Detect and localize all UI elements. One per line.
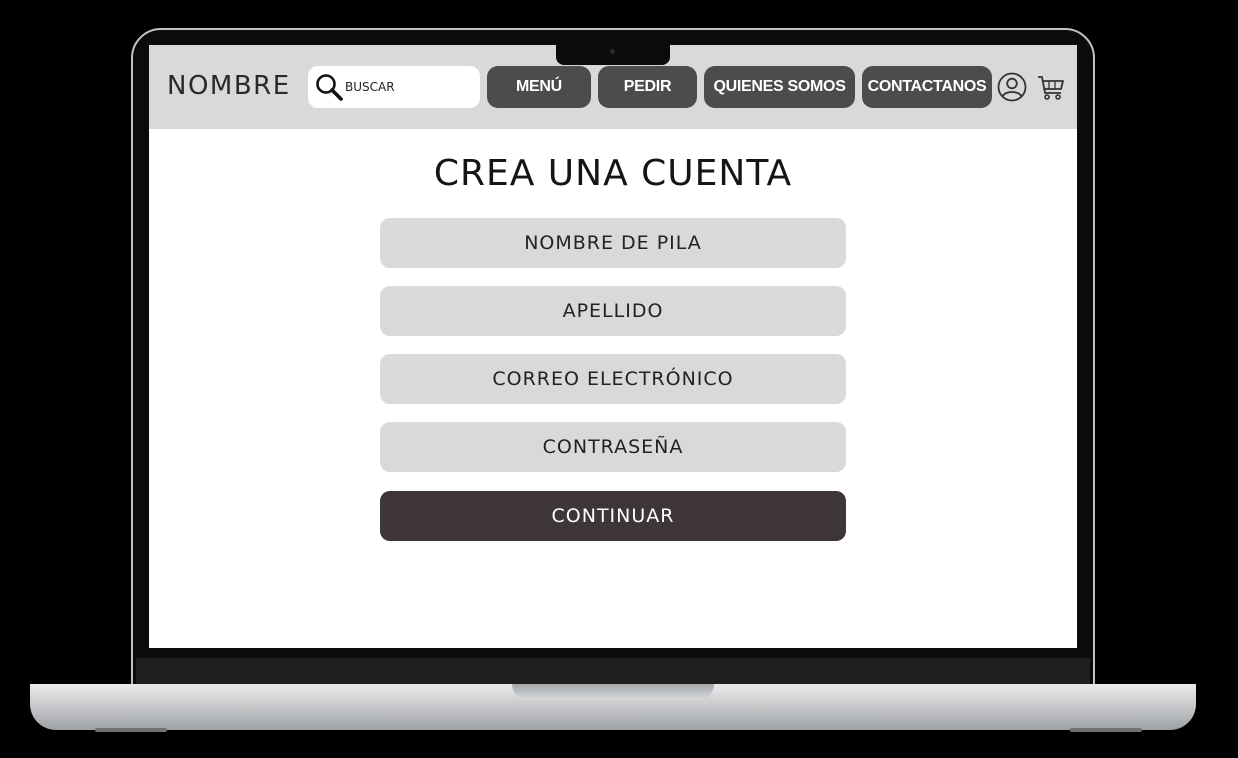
user-icon[interactable] <box>996 71 1028 103</box>
last-name-field[interactable]: APELLIDO <box>380 286 846 336</box>
laptop-base-groove <box>512 684 714 700</box>
email-field[interactable]: CORREO ELECTRÓNICO <box>380 354 846 404</box>
first-name-field[interactable]: NOMBRE DE PILA <box>380 218 846 268</box>
nav-contact-button[interactable]: CONTACTANOS <box>862 66 992 108</box>
camera-icon <box>610 49 615 54</box>
nav-about-button[interactable]: QUIENES SOMOS <box>704 66 855 108</box>
nav-menu-button[interactable]: MENÚ <box>487 66 591 108</box>
laptop-foot-left <box>95 728 167 732</box>
search-input[interactable] <box>345 76 470 98</box>
continue-button[interactable]: CONTINUAR <box>380 491 846 541</box>
password-field[interactable]: CONTRASEÑA <box>380 422 846 472</box>
laptop-bezel-bottom <box>136 658 1090 684</box>
laptop-screen: NOMBRE MENÚ PEDIR QUIENES SOMOS CONTACTA… <box>149 45 1077 648</box>
laptop-foot-right <box>1070 728 1142 732</box>
cart-icon[interactable] <box>1035 71 1067 103</box>
page-title: CREA UNA CUENTA <box>433 153 793 194</box>
search-box[interactable] <box>308 66 480 108</box>
search-icon <box>316 74 343 101</box>
camera-notch <box>556 45 670 65</box>
nav-order-button[interactable]: PEDIR <box>598 66 697 108</box>
brand-logo-text[interactable]: NOMBRE <box>167 71 291 101</box>
